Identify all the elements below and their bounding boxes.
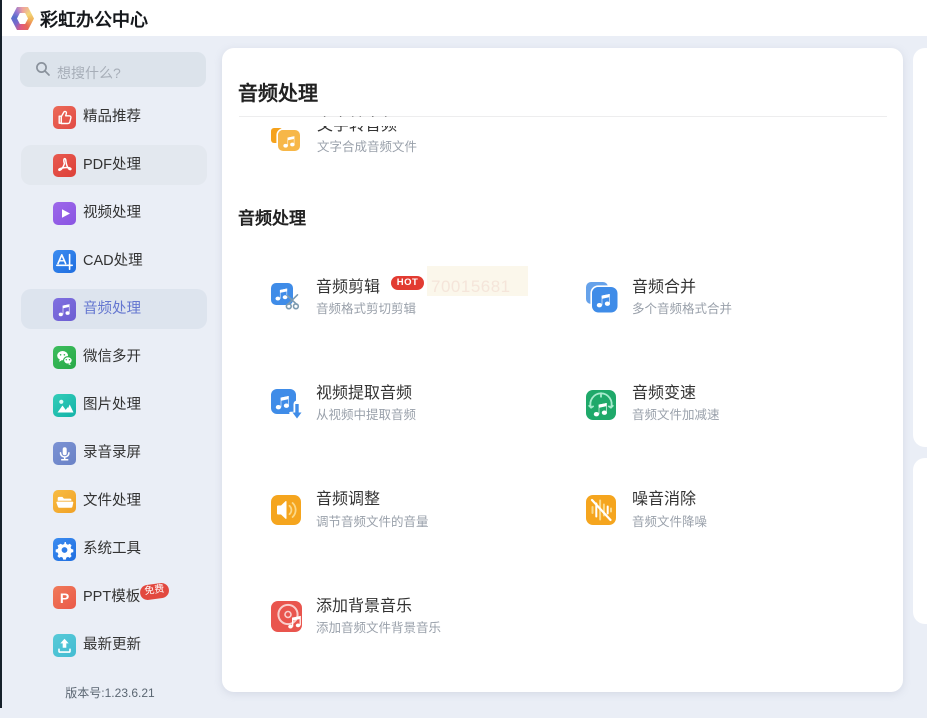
svg-text:P: P [60,589,69,605]
